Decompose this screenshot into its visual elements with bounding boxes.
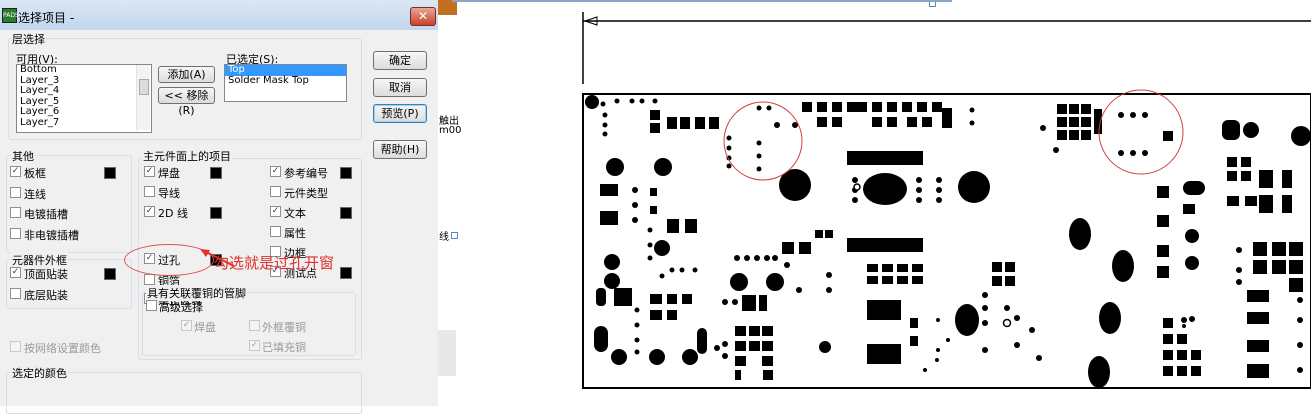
preview-button[interactable]: 预览(P): [373, 104, 427, 123]
pads-color-swatch[interactable]: [210, 167, 222, 179]
attributes-label: 属性: [284, 227, 306, 240]
close-button[interactable]: ✕: [410, 7, 436, 26]
2d-lines-color-swatch[interactable]: [210, 207, 222, 219]
plated-slots-label: 电镀插槽: [24, 208, 68, 221]
color-by-net-label: 按网络设置颜色: [24, 342, 101, 355]
filled-copper-checkbox[interactable]: ✓: [249, 340, 260, 351]
cancel-button[interactable]: 取消: [373, 78, 427, 97]
select-items-dialog: PADS 选择项目 - ✕ 层选择 可用(V): Bottom Layer_3 …: [0, 0, 439, 414]
board-outline-color-swatch[interactable]: [104, 167, 116, 179]
traces-checkbox[interactable]: [144, 186, 155, 197]
dialog-title: 选择项目 -: [18, 11, 75, 25]
connections-checkbox[interactable]: [10, 187, 21, 198]
add-button[interactable]: 添加(A) >>: [158, 66, 215, 96]
list-item[interactable]: Solder Mask Top: [225, 75, 346, 87]
color-by-net-checkbox[interactable]: [10, 341, 21, 352]
list-item[interactable]: Layer_4: [17, 85, 151, 97]
layer-selection-label: 层选择: [11, 31, 46, 47]
list-item[interactable]: Layer_6: [17, 106, 151, 118]
advanced-select-label: 高级选择: [159, 301, 203, 314]
2d-lines-checkbox[interactable]: ✓: [144, 206, 155, 217]
toolbar-fragment: [438, 0, 457, 15]
list-item-selected[interactable]: Top: [225, 65, 346, 76]
pads-label: 焊盘: [158, 167, 180, 180]
top-mount-checkbox[interactable]: ✓: [10, 267, 21, 278]
remove-button[interactable]: << 移除(R): [158, 87, 215, 117]
side-panel-fragment: [438, 330, 456, 376]
list-item[interactable]: Bottom: [17, 65, 151, 76]
title-bar[interactable]: PADS 选择项目 - ✕: [0, 0, 438, 30]
other-group-label: 其他: [11, 148, 35, 164]
ref-des-label: 参考编号: [284, 167, 328, 180]
non-plated-slots-checkbox[interactable]: [10, 228, 21, 239]
attributes-checkbox[interactable]: [270, 226, 281, 237]
plated-slots-checkbox[interactable]: [10, 207, 21, 218]
pcb-preview: [582, 12, 1311, 389]
pin-pads-label: 焊盘: [194, 321, 216, 334]
non-plated-slots-label: 非电镀插槽: [24, 229, 79, 242]
pads-app-icon: PADS: [2, 8, 19, 23]
selected-layers-list[interactable]: Top Solder Mask Top: [224, 64, 347, 102]
board-outline-label: 板框: [24, 167, 46, 180]
list-item[interactable]: Layer_7: [17, 117, 151, 129]
help-button[interactable]: 帮助(H): [373, 140, 427, 159]
text-checkbox[interactable]: ✓: [270, 206, 281, 217]
copper-checkbox[interactable]: [144, 274, 155, 285]
annotation-text: 勾选就是过孔开窗: [214, 254, 335, 272]
2d-lines-label: 2D 线: [158, 207, 188, 220]
connections-label: 连线: [24, 188, 46, 201]
pads-checkbox[interactable]: ✓: [144, 166, 155, 177]
text-color-swatch[interactable]: [340, 207, 352, 219]
advanced-select-checkbox[interactable]: [146, 300, 157, 311]
traces-label: 导线: [158, 187, 180, 200]
available-layers-list[interactable]: Bottom Layer_3 Layer_4 Layer_5 Layer_6 L…: [16, 64, 152, 133]
pin-pads-checkbox[interactable]: ✓: [181, 320, 192, 331]
text-label: 文本: [284, 207, 306, 220]
filled-copper-label: 已填充铜: [262, 341, 306, 354]
test-point-color-swatch[interactable]: [340, 267, 352, 279]
outline-copper-checkbox[interactable]: [249, 320, 260, 331]
available-list-scrollbar[interactable]: [136, 65, 150, 130]
scrollbar-thumb[interactable]: [139, 79, 149, 95]
bottom-mount-checkbox[interactable]: [10, 288, 21, 299]
outline-copper-label: 外框覆铜: [262, 321, 306, 334]
part-type-checkbox[interactable]: [270, 186, 281, 197]
board-outline-checkbox[interactable]: ✓: [10, 166, 21, 177]
background-text-fragment: 线: [439, 232, 449, 243]
bottom-mount-label: 底层贴装: [24, 289, 68, 302]
part-type-label: 元件类型: [284, 187, 328, 200]
top-mount-label: 顶面贴装: [24, 268, 68, 281]
primary-side-items-label: 主元件面上的项目: [142, 148, 232, 164]
ok-button[interactable]: 确定: [373, 51, 427, 70]
selected-color-label: 选定的颜色: [11, 365, 68, 381]
ref-des-checkbox[interactable]: ✓: [270, 166, 281, 177]
ref-des-color-swatch[interactable]: [340, 167, 352, 179]
top-mount-color-swatch[interactable]: [104, 268, 116, 280]
